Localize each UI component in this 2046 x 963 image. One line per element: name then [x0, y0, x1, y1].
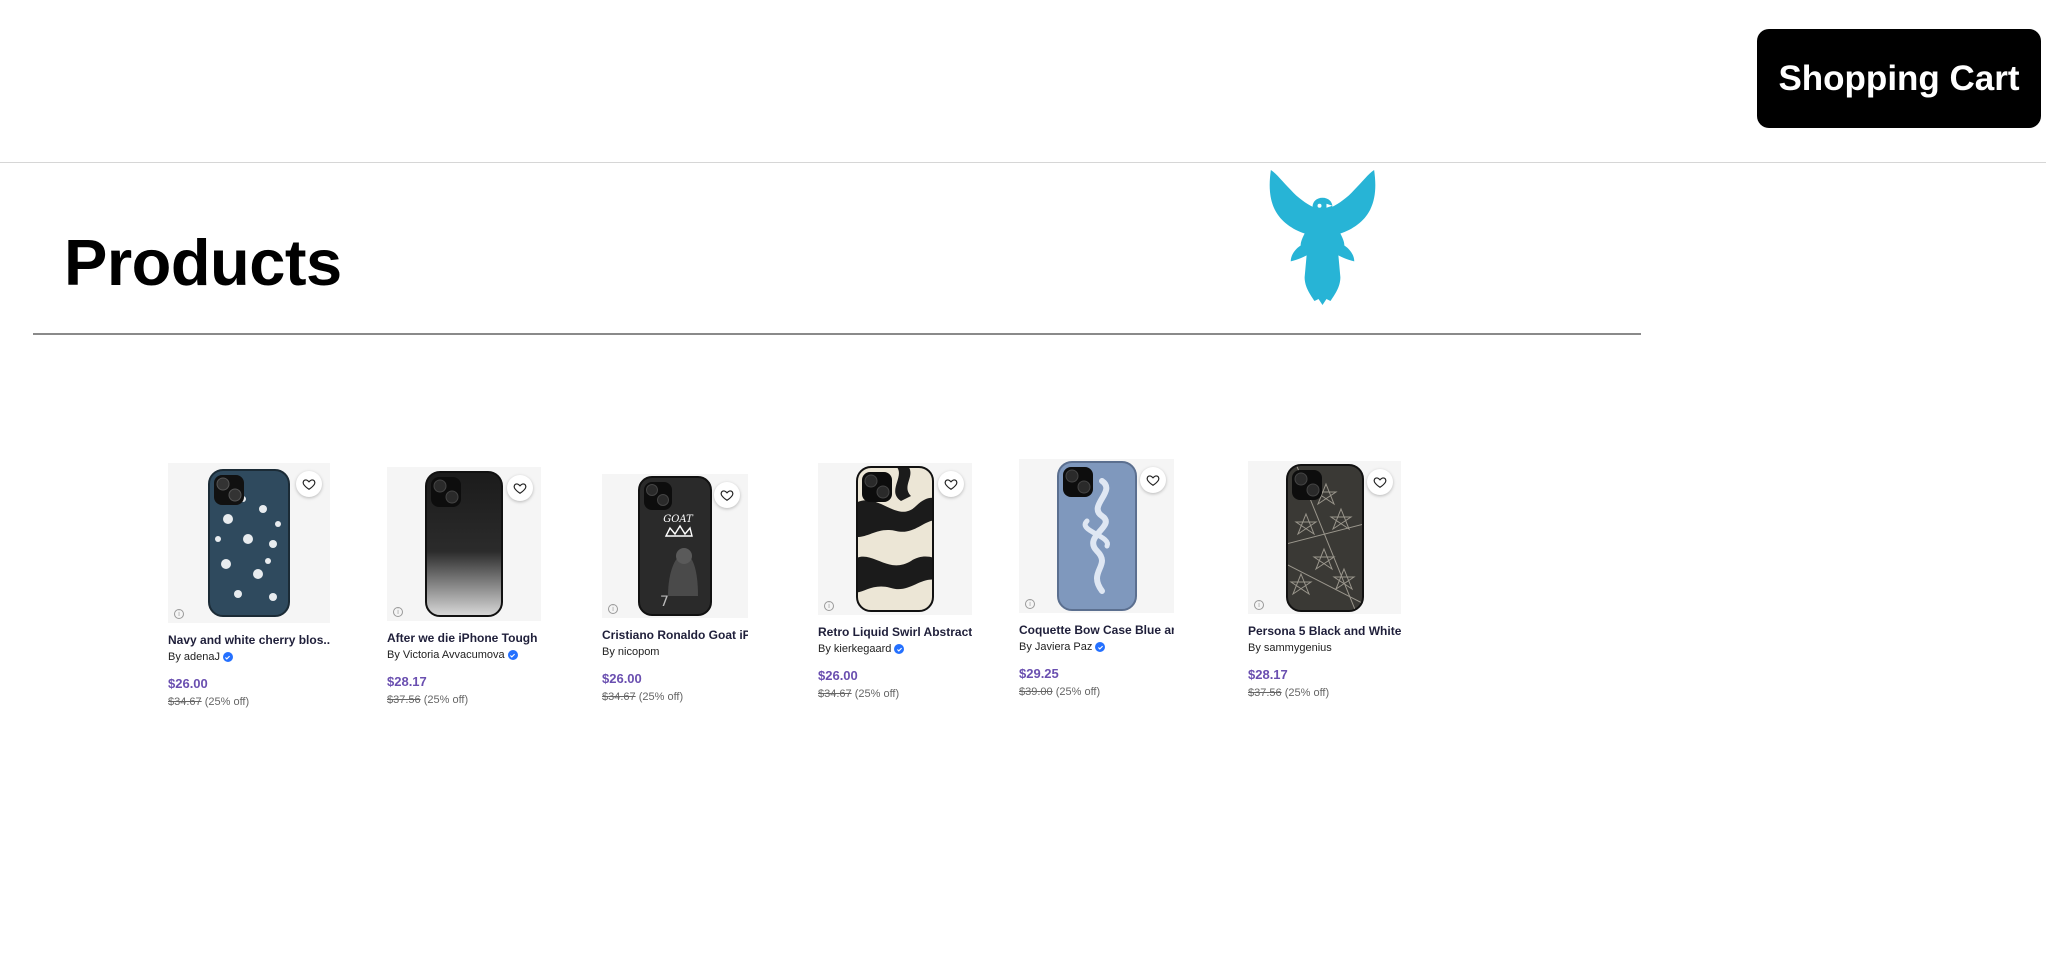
product-title[interactable]: Cristiano Ronaldo Goat iPho... [602, 628, 748, 642]
heart-icon [513, 483, 527, 494]
info-icon[interactable]: i [608, 604, 618, 614]
info-icon[interactable]: i [824, 601, 834, 611]
info-icon[interactable]: i [393, 607, 403, 617]
heart-icon [1373, 477, 1387, 488]
seller-name[interactable]: By nicopom [602, 646, 659, 658]
heart-icon [302, 479, 316, 490]
seller-name[interactable]: By sammygenius [1248, 642, 1332, 654]
discount-label: (25% off) [423, 694, 469, 706]
info-icon[interactable]: i [174, 609, 184, 619]
strikethrough-price: $34.67 [818, 688, 852, 700]
strikethrough-price: $34.67 [168, 696, 202, 708]
product-card[interactable]: i Persona 5 Black and White ... By sammy… [1248, 461, 1401, 699]
product-card[interactable]: i Coquette Bow Case Blue an... By Javier… [1019, 459, 1174, 698]
info-icon[interactable]: i [1254, 600, 1264, 610]
product-image[interactable]: i [168, 463, 330, 623]
phone-case-image [1285, 463, 1364, 612]
favorite-button[interactable] [938, 471, 964, 497]
product-seller[interactable]: By Javiera Paz [1019, 641, 1174, 653]
heart-icon [944, 479, 958, 490]
phone-case-image: GOAT 7 [638, 476, 712, 616]
phone-case-image [208, 469, 290, 617]
strikethrough-price: $39.00 [1019, 686, 1053, 698]
product-price: $26.00 [168, 676, 208, 691]
product-original-price: $34.67 (25% off) [818, 688, 972, 700]
product-title[interactable]: Persona 5 Black and White ... [1248, 624, 1401, 638]
discount-label: (25% off) [854, 688, 900, 700]
top-bar: Shopping Cart [0, 0, 2046, 163]
product-original-price: $34.67 (25% off) [602, 691, 748, 703]
product-price: $28.17 [387, 674, 427, 689]
product-image[interactable]: i [1019, 459, 1174, 613]
phone-case-image [856, 466, 934, 612]
heart-icon [1146, 475, 1160, 486]
favorite-button[interactable] [507, 475, 533, 501]
seller-name[interactable]: By Victoria Avvacumova [387, 649, 505, 661]
eagle-logo-icon [1269, 169, 1376, 306]
product-card[interactable]: i After we die iPhone Tough ... By Victo… [387, 467, 541, 706]
verified-badge-icon [222, 652, 233, 662]
product-price: $28.17 [1248, 667, 1288, 682]
strikethrough-price: $37.56 [1248, 687, 1282, 699]
product-price: $26.00 [818, 668, 858, 683]
info-icon[interactable]: i [1025, 599, 1035, 609]
product-original-price: $39.00 (25% off) [1019, 686, 1174, 698]
product-title[interactable]: Navy and white cherry blos... [168, 633, 330, 647]
favorite-button[interactable] [1367, 469, 1393, 495]
strikethrough-price: $37.56 [387, 694, 421, 706]
seller-name[interactable]: By adenaJ [168, 651, 220, 663]
strikethrough-price: $34.67 [602, 691, 636, 703]
product-original-price: $37.56 (25% off) [1248, 687, 1401, 699]
discount-label: (25% off) [204, 696, 250, 708]
svg-text:GOAT: GOAT [663, 514, 694, 525]
product-original-price: $37.56 (25% off) [387, 694, 541, 706]
title-divider [33, 333, 1641, 335]
phone-case-image [1056, 461, 1137, 611]
verified-badge-icon [894, 644, 905, 654]
phone-case-image [425, 471, 503, 617]
heart-icon [720, 490, 734, 501]
product-seller[interactable]: By nicopom [602, 646, 748, 658]
product-original-price: $34.67 (25% off) [168, 696, 330, 708]
product-title[interactable]: After we die iPhone Tough ... [387, 631, 541, 645]
seller-name[interactable]: By kierkegaard [818, 643, 891, 655]
discount-label: (25% off) [1055, 686, 1101, 698]
shopping-cart-button[interactable]: Shopping Cart [1757, 29, 2041, 128]
discount-label: (25% off) [638, 691, 684, 703]
discount-label: (25% off) [1284, 687, 1330, 699]
svg-text:7: 7 [660, 594, 669, 610]
favorite-button[interactable] [1140, 467, 1166, 493]
product-card[interactable]: i Navy and white cherry blos... By adena… [168, 463, 330, 708]
product-card[interactable]: GOAT 7 i Cristiano Ronaldo Goat iPho... … [602, 474, 748, 703]
product-image[interactable]: i [387, 467, 541, 621]
product-image[interactable]: i [818, 463, 972, 615]
seller-name[interactable]: By Javiera Paz [1019, 641, 1092, 653]
product-seller[interactable]: By sammygenius [1248, 642, 1401, 654]
product-seller[interactable]: By adenaJ [168, 651, 330, 663]
product-title[interactable]: Retro Liquid Swirl Abstract ... [818, 625, 972, 639]
product-title[interactable]: Coquette Bow Case Blue an... [1019, 623, 1174, 637]
page-title: Products [64, 226, 342, 299]
product-seller[interactable]: By Victoria Avvacumova [387, 649, 541, 661]
favorite-button[interactable] [714, 482, 740, 508]
product-card[interactable]: i Retro Liquid Swirl Abstract ... By kie… [818, 463, 972, 700]
product-seller[interactable]: By kierkegaard [818, 643, 972, 655]
verified-badge-icon [507, 650, 518, 660]
product-price: $29.25 [1019, 666, 1059, 681]
product-price: $26.00 [602, 671, 642, 686]
product-image[interactable]: i [1248, 461, 1401, 614]
product-image[interactable]: GOAT 7 i [602, 474, 748, 618]
favorite-button[interactable] [296, 471, 322, 497]
verified-badge-icon [1095, 642, 1106, 652]
